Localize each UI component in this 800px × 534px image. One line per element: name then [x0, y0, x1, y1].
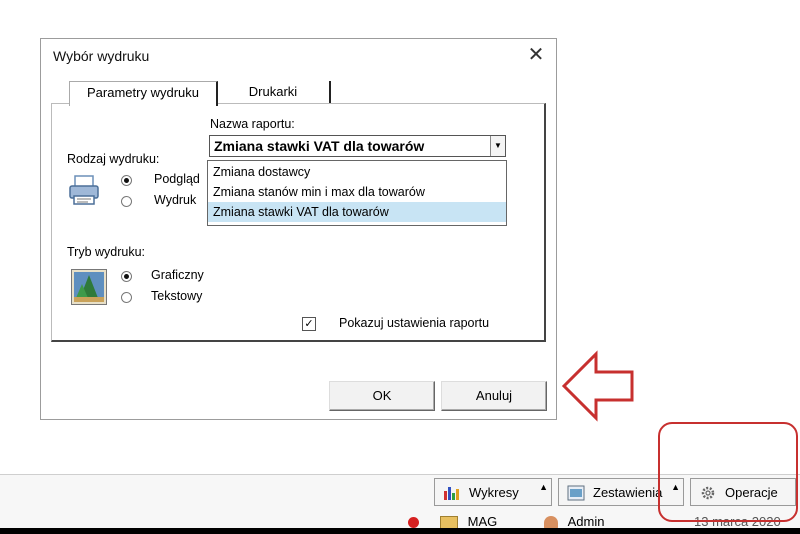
report-name-combobox[interactable]: Zmiana stawki VAT dla towarów ▼	[209, 135, 506, 157]
ok-button-label: OK	[372, 388, 392, 403]
status-user-label: Admin	[567, 514, 605, 529]
report-option-supplier-change[interactable]: Zmiana dostawcy	[208, 162, 506, 182]
cancel-button-label: Anuluj	[475, 388, 513, 403]
charts-button-label: Wykresy	[469, 485, 519, 500]
tab-label: Drukarki	[248, 84, 298, 99]
status-user: Admin	[544, 514, 605, 530]
tab-label: Parametry wydruku	[87, 85, 199, 100]
radio-graphic-label: Graficzny	[151, 268, 204, 282]
report-name-dropdown: Zmiana dostawcy Zmiana stanów min i max …	[207, 160, 507, 226]
report-icon	[567, 485, 585, 501]
radio-text-label: Tekstowy	[151, 289, 203, 303]
bar-chart-icon	[444, 487, 459, 500]
radio-print[interactable]	[121, 196, 132, 207]
print-mode-label: Tryb wydruku:	[67, 245, 146, 259]
radio-text[interactable]	[121, 292, 132, 303]
dialog-title: Wybór wydruku	[53, 48, 150, 64]
charts-button[interactable]: Wykresy ▲	[434, 478, 552, 506]
tab-printers[interactable]: Drukarki	[217, 81, 331, 103]
print-kind-label: Rodzaj wydruku:	[67, 152, 160, 166]
chevron-down-icon[interactable]: ▼	[490, 136, 505, 156]
status-indicator-icon	[408, 517, 419, 528]
close-icon: ✕	[527, 44, 545, 66]
radio-preview-label: Podgląd	[154, 172, 200, 186]
radio-graphic[interactable]	[121, 271, 132, 282]
print-selection-dialog: Wybór wydruku ✕ Parametry wydruku Drukar…	[40, 38, 557, 420]
ok-button[interactable]: OK	[329, 381, 435, 411]
caret-up-icon: ▲	[539, 482, 548, 492]
tab-print-parameters[interactable]: Parametry wydruku	[69, 81, 218, 106]
arrow-annotation	[561, 350, 634, 422]
report-option-vat-change[interactable]: Zmiana stawki VAT dla towarów	[208, 202, 506, 222]
dialog-title-bar: Wybór wydruku ✕	[41, 39, 556, 73]
picture-icon	[71, 269, 107, 305]
report-name-value: Zmiana stawki VAT dla towarów	[214, 138, 425, 154]
report-option-min-max-change[interactable]: Zmiana stanów min i max dla towarów	[208, 182, 506, 202]
show-settings-checkbox[interactable]: ✓	[302, 317, 316, 331]
radio-print-label: Wydruk	[154, 193, 197, 207]
close-button[interactable]: ✕	[516, 39, 556, 71]
screen-bottom-edge	[0, 528, 800, 534]
status-module-label: MAG	[467, 514, 498, 529]
radio-preview[interactable]	[121, 175, 132, 186]
highlight-annotation	[658, 422, 798, 522]
show-settings-label: Pokazuj ustawienia raportu	[339, 316, 490, 330]
cancel-button[interactable]: Anuluj	[441, 381, 547, 411]
printer-icon	[69, 175, 99, 205]
reports-button-label: Zestawienia	[593, 485, 663, 500]
report-name-label: Nazwa raportu:	[210, 117, 295, 131]
